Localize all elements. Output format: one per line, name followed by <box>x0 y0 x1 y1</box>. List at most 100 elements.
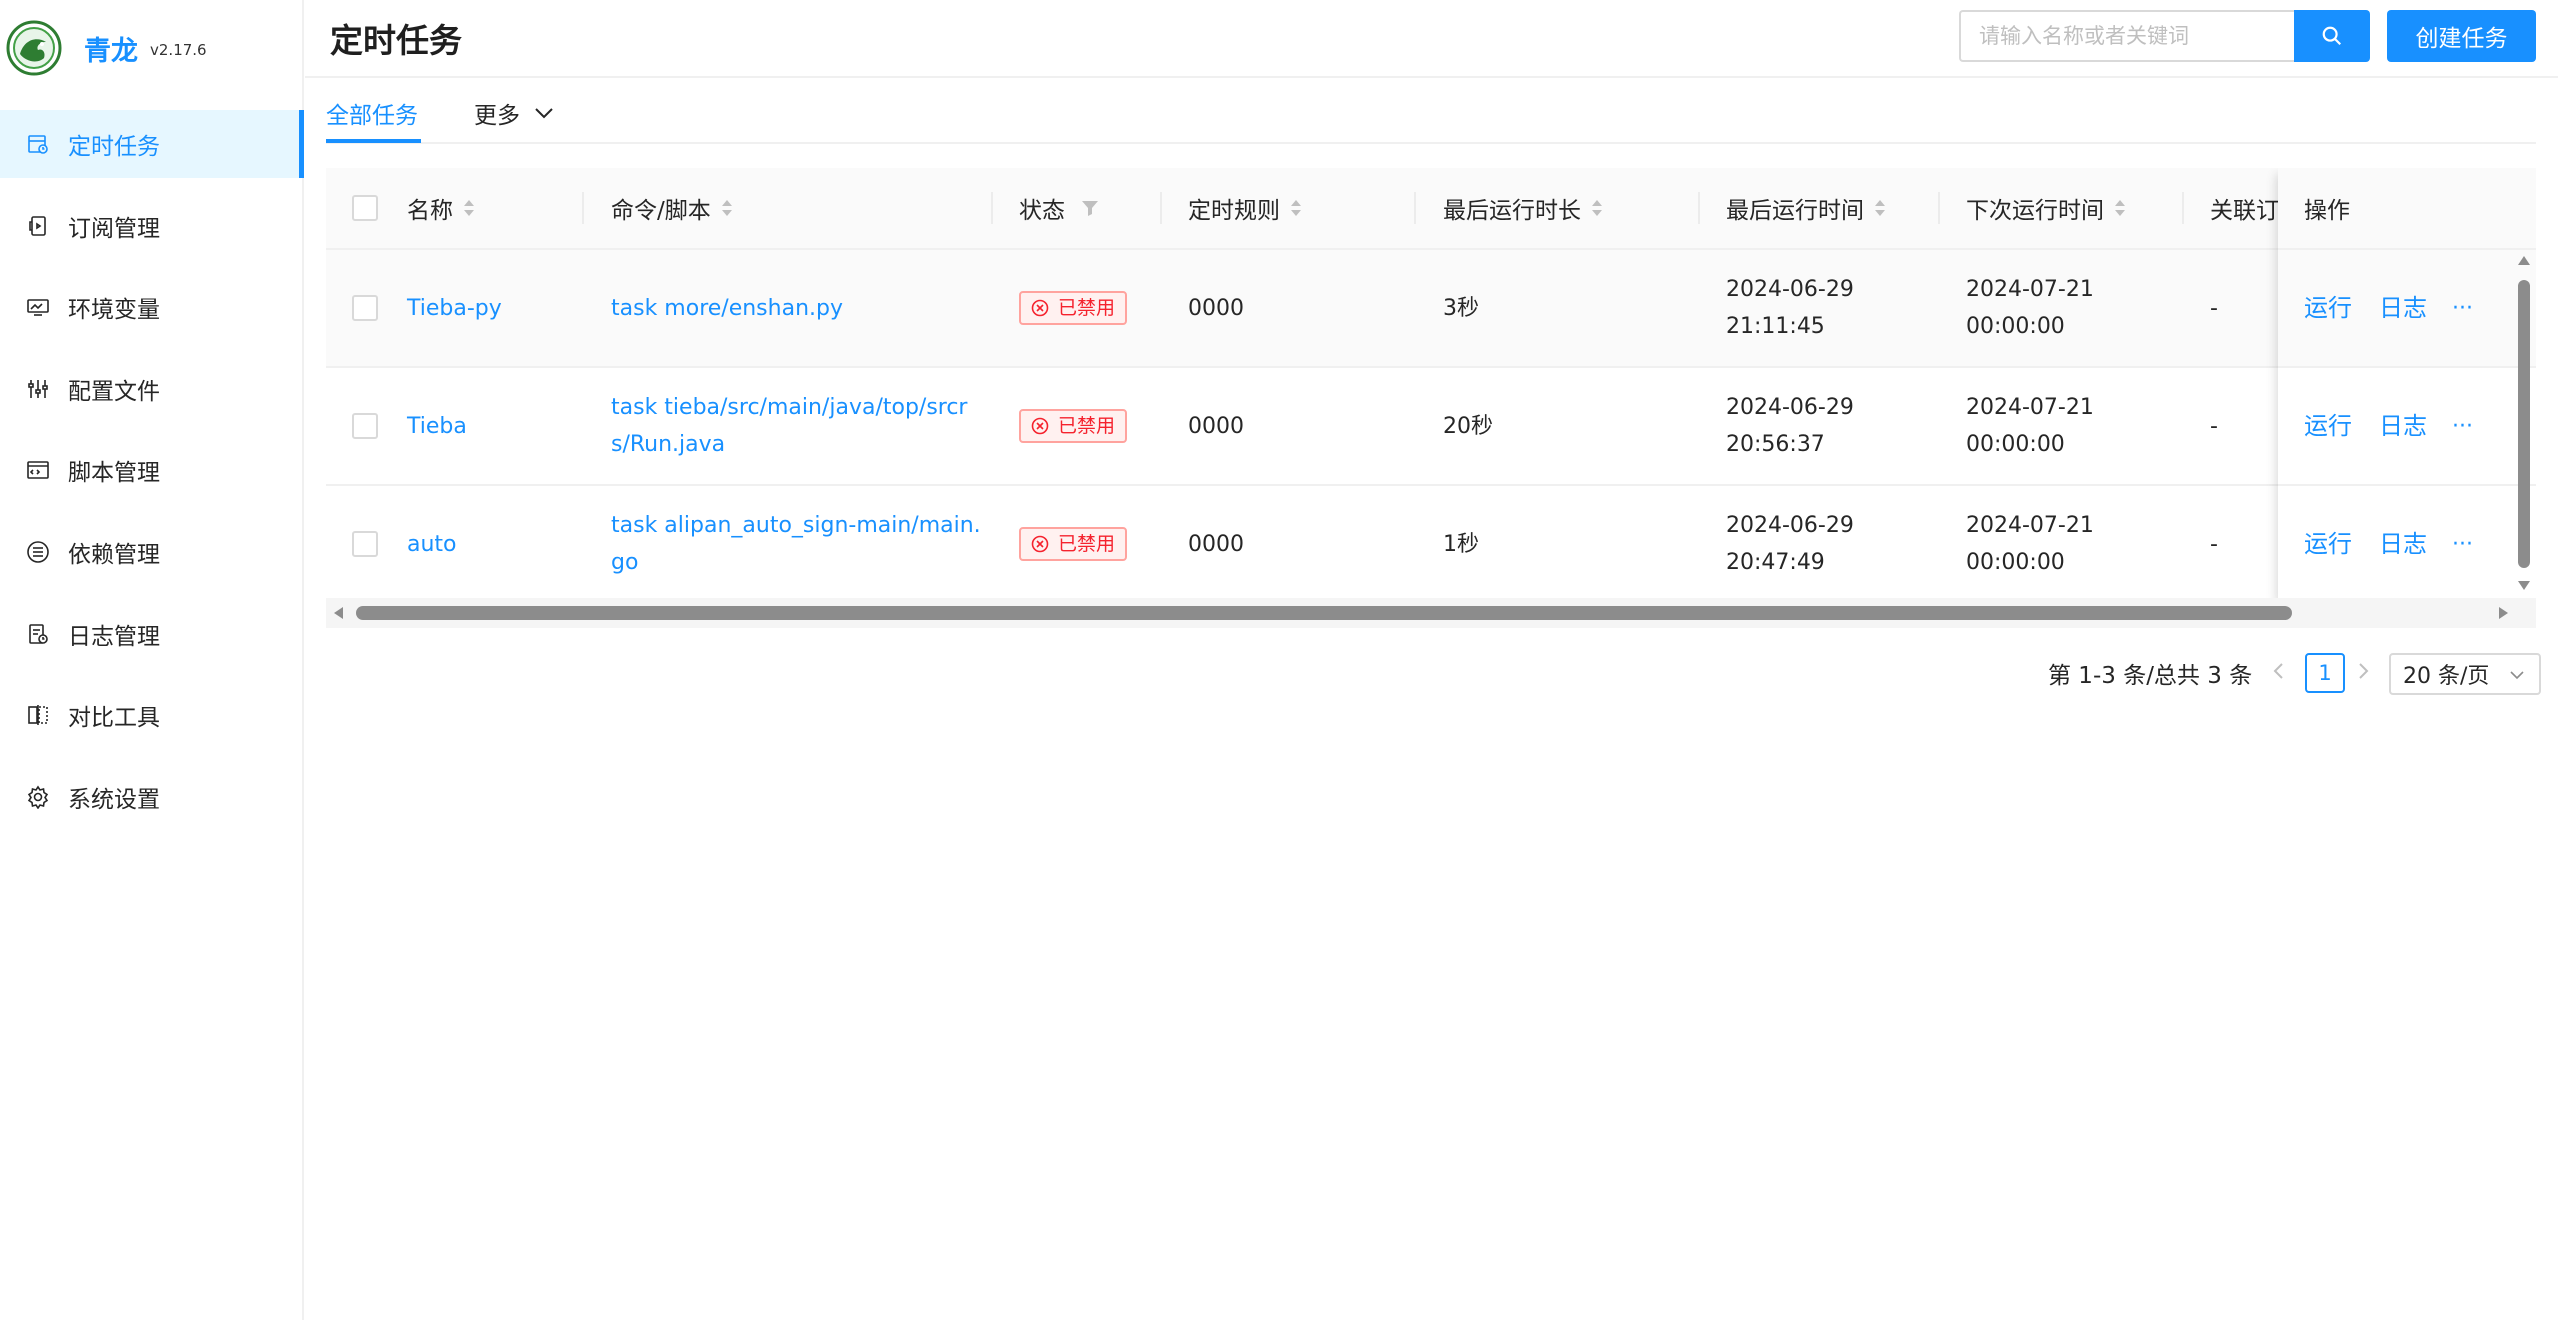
scroll-right-icon[interactable] <box>2496 605 2510 621</box>
column-label: 最后运行时长 <box>1443 198 1581 224</box>
sidebar-item-logs[interactable]: 日志管理 <box>0 600 304 668</box>
sort-icon <box>1291 200 1301 216</box>
column-header-status[interactable]: 状态 <box>1019 168 1099 248</box>
next-run-cell: 2024-07-21 00:00:00 <box>1966 486 2094 602</box>
chevron-down-icon <box>2510 671 2524 680</box>
tab-label: 全部任务 <box>326 103 418 129</box>
close-circle-icon <box>1031 535 1049 553</box>
next-run-cell: 2024-07-21 00:00:00 <box>1966 368 2094 484</box>
sort-icon <box>2115 200 2125 216</box>
column-header-name[interactable]: 名称 <box>407 168 475 248</box>
task-command-link[interactable]: task alipan_auto_sign-main/main. go <box>611 486 981 602</box>
table-header: 名称 命令/脚本 状态 定时规则 最后运行时长 最后运行时间 下次运行时间 关联… <box>326 168 2536 250</box>
date-text: 2024-07-21 <box>1966 395 2094 420</box>
column-header-subscription[interactable]: 关联订 <box>2210 168 2278 248</box>
duration-cell: 1秒 <box>1443 531 1479 557</box>
scroll-down-icon[interactable] <box>2516 578 2532 592</box>
sliders-icon <box>26 377 50 401</box>
pagination-prev[interactable] <box>2272 662 2286 684</box>
column-label: 状态 <box>1019 198 1065 224</box>
task-name-link[interactable]: auto <box>407 486 457 602</box>
last-run-cell: 2024-06-29 20:56:37 <box>1726 368 1854 484</box>
sidebar: 青龙 v2.17.6 定时任务 订阅管理 环境变量 配置文件 脚本管理 依赖管理… <box>0 0 304 1320</box>
schedule-cell: 0000 <box>1188 295 1244 321</box>
chevron-down-icon <box>535 108 553 119</box>
scroll-up-icon[interactable] <box>2516 254 2532 268</box>
tab-more[interactable]: 更多 <box>474 96 554 130</box>
column-header-next-run[interactable]: 下次运行时间 <box>1966 168 2126 248</box>
tab-all-tasks[interactable]: 全部任务 <box>326 96 418 130</box>
row-checkbox[interactable] <box>352 531 378 557</box>
pagination-page-1[interactable]: 1 <box>2305 653 2345 693</box>
horizontal-scrollbar[interactable] <box>326 598 2536 628</box>
sidebar-item-label: 订阅管理 <box>68 215 160 242</box>
column-label: 下次运行时间 <box>1966 198 2104 224</box>
task-tabs: 全部任务 更多 <box>326 90 2536 144</box>
select-all-checkbox[interactable] <box>352 168 378 248</box>
row-checkbox[interactable] <box>352 295 378 321</box>
time-text: 20:56:37 <box>1726 432 1825 457</box>
sidebar-item-settings[interactable]: 系统设置 <box>0 763 304 831</box>
subscription-icon <box>26 214 50 238</box>
app-logo[interactable]: 青龙 v2.17.6 <box>6 20 207 76</box>
scroll-left-icon[interactable] <box>332 605 346 621</box>
subscription-cell: - <box>2210 413 2218 439</box>
tab-active-indicator <box>326 139 421 143</box>
create-task-button[interactable]: 创建任务 <box>2387 10 2536 62</box>
task-command-link[interactable]: task tieba/src/main/java/top/srcr s/Run.… <box>611 368 967 484</box>
row-checkbox[interactable] <box>352 413 378 439</box>
column-header-schedule[interactable]: 定时规则 <box>1188 168 1302 248</box>
search-input[interactable] <box>1959 10 2294 62</box>
monitor-icon <box>26 295 50 319</box>
sidebar-item-env[interactable]: 环境变量 <box>0 273 304 341</box>
pagination-next[interactable] <box>2356 662 2370 684</box>
column-divider <box>1160 192 1162 224</box>
page-size-select[interactable]: 20 条/页 <box>2389 653 2541 695</box>
sidebar-item-diff[interactable]: 对比工具 <box>0 681 304 749</box>
vertical-scrollbar[interactable] <box>2510 252 2536 598</box>
filter-icon[interactable] <box>1081 200 1099 216</box>
date-text: 2024-07-21 <box>1966 277 2094 302</box>
task-name-link[interactable]: Tieba <box>407 368 467 484</box>
duration-cell: 3秒 <box>1443 295 1479 321</box>
log-file-icon <box>26 622 50 646</box>
sidebar-item-label: 脚本管理 <box>68 460 160 487</box>
sidebar-item-config[interactable]: 配置文件 <box>0 355 304 423</box>
sidebar-item-label: 依赖管理 <box>68 541 160 568</box>
app-version: v2.17.6 <box>150 41 207 59</box>
column-label: 定时规则 <box>1188 198 1280 224</box>
search-button[interactable] <box>2294 10 2370 62</box>
schedule-cell: 0000 <box>1188 413 1244 439</box>
sidebar-item-label: 定时任务 <box>68 134 160 160</box>
column-divider <box>1938 192 1940 224</box>
sort-icon <box>464 200 474 216</box>
column-header-command[interactable]: 命令/脚本 <box>611 168 733 248</box>
column-label: 名称 <box>407 198 453 224</box>
date-text: 2024-07-21 <box>1966 513 2094 538</box>
command-line: task more/enshan.py <box>611 295 843 321</box>
time-text: 21:11:45 <box>1726 314 1825 339</box>
command-line: task alipan_auto_sign-main/main. <box>611 513 981 538</box>
sidebar-item-subscription[interactable]: 订阅管理 <box>0 192 304 260</box>
time-text: 00:00:00 <box>1966 314 2065 339</box>
sidebar-item-label: 对比工具 <box>68 705 160 732</box>
subscription-cell: - <box>2210 531 2218 557</box>
chevron-left-icon <box>2273 663 2283 679</box>
task-table: 名称 命令/脚本 状态 定时规则 最后运行时长 最后运行时间 下次运行时间 关联… <box>326 168 2536 624</box>
vertical-scroll-thumb[interactable] <box>2518 280 2530 568</box>
table-row[interactable]: Tieba task tieba/src/main/java/top/srcr … <box>326 368 2536 486</box>
column-header-last-run[interactable]: 最后运行时间 <box>1726 168 1886 248</box>
status-badge: 已禁用 <box>1019 368 1128 484</box>
sidebar-item-dependencies[interactable]: 依赖管理 <box>0 518 304 586</box>
table-row[interactable]: auto task alipan_auto_sign-main/main. go… <box>326 486 2536 604</box>
horizontal-scroll-thumb[interactable] <box>356 606 2292 620</box>
sidebar-item-scripts[interactable]: 脚本管理 <box>0 436 304 504</box>
task-name-link[interactable]: Tieba-py <box>407 250 502 366</box>
schedule-cell: 0000 <box>1188 531 1244 557</box>
task-command-link[interactable]: task more/enshan.py <box>611 250 843 366</box>
sidebar-item-cron[interactable]: 定时任务 <box>0 110 304 178</box>
column-divider <box>582 192 584 224</box>
column-header-last-duration[interactable]: 最后运行时长 <box>1443 168 1603 248</box>
table-row[interactable]: Tieba-py task more/enshan.py 已禁用 0000 3秒… <box>326 250 2536 368</box>
column-label: 命令/脚本 <box>611 198 711 224</box>
